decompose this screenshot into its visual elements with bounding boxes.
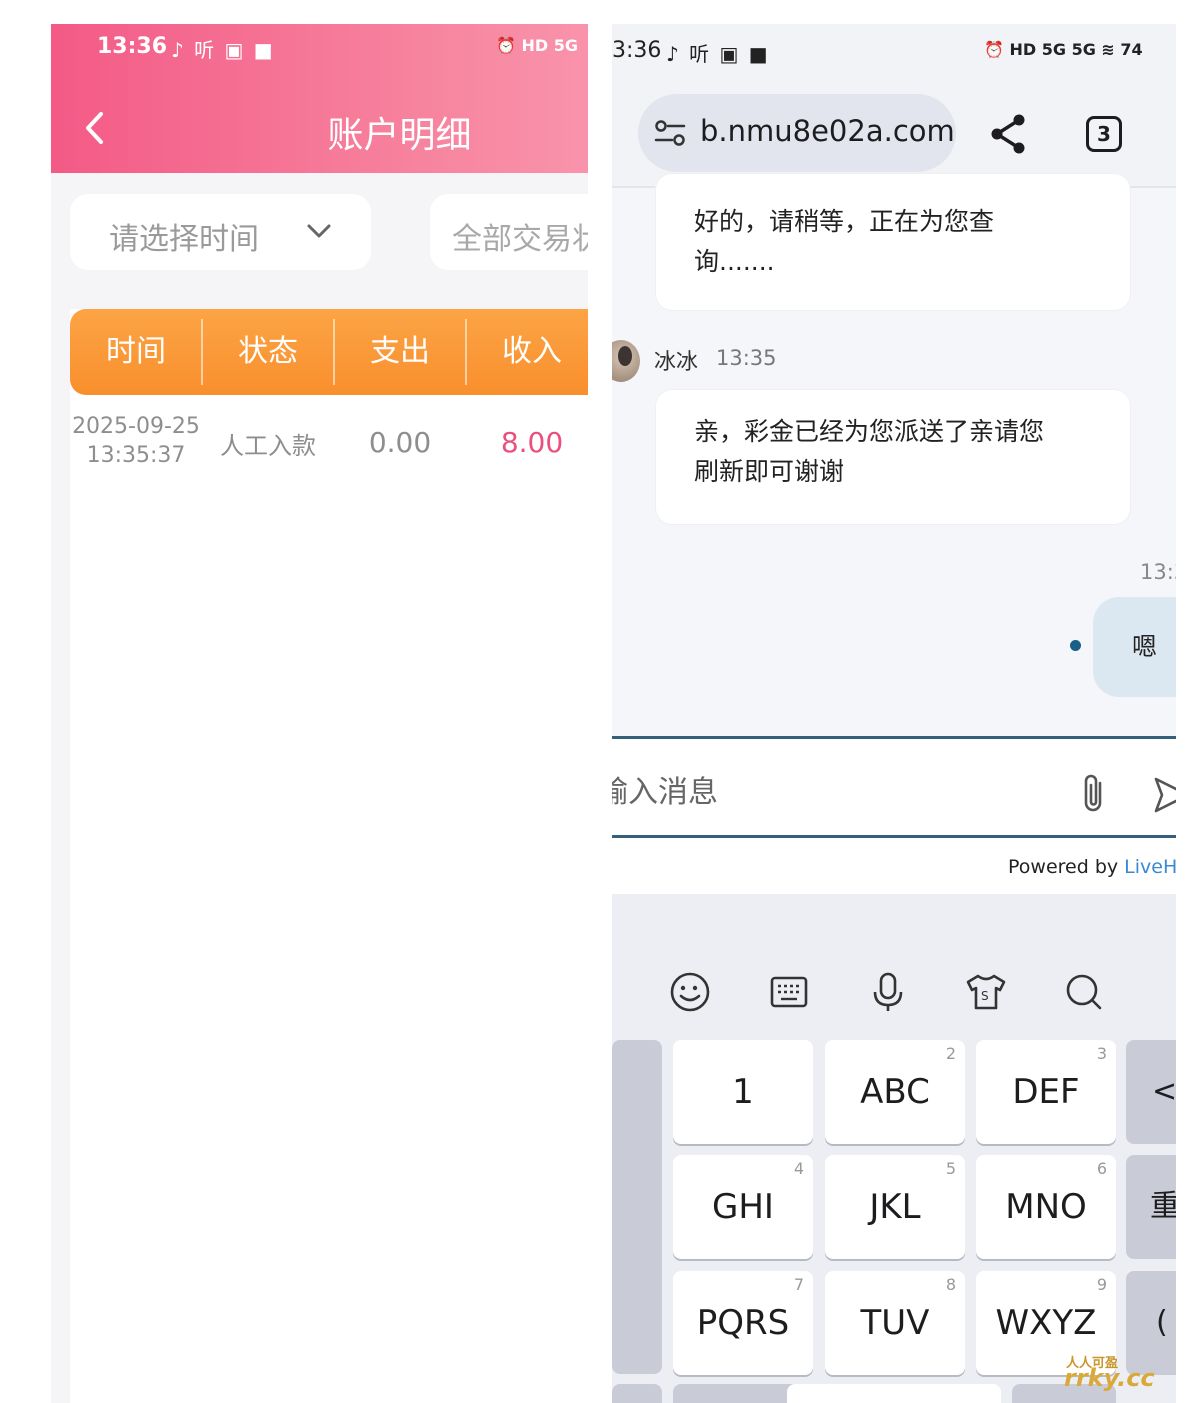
message-text: 好的，请稍等，正在为您查 bbox=[694, 207, 995, 236]
row-time: 13:35:37 bbox=[86, 443, 186, 468]
agent-avatar bbox=[612, 340, 640, 382]
status-bar-time: 3:36 bbox=[612, 38, 662, 63]
message-input[interactable]: 输入消息 bbox=[612, 736, 1176, 838]
attachment-icon[interactable] bbox=[1076, 771, 1112, 817]
powered-by-text: Powered by LiveHel bbox=[1008, 856, 1176, 878]
key-1[interactable]: 1 bbox=[673, 1040, 813, 1144]
row-datetime: 2025-09-25 13:35:37 bbox=[70, 412, 202, 470]
url-text: b.nmu8e02a.com bbox=[700, 114, 955, 148]
message-timestamp: 13:3 bbox=[1140, 560, 1176, 584]
status-bar-app-icons: ♪ 听 ▣ ■ bbox=[171, 38, 275, 62]
time-filter-select[interactable]: 请选择时间 bbox=[70, 194, 371, 270]
space-key[interactable] bbox=[787, 1384, 1001, 1403]
column-header-income: 收入 bbox=[502, 334, 562, 369]
row-status: 人工入款 bbox=[220, 432, 316, 460]
table-row[interactable]: 2025-09-25 13:35:37 人工入款 0.00 8.00 bbox=[70, 412, 588, 482]
key-tuv[interactable]: TUV 8 bbox=[825, 1271, 965, 1375]
time-filter-placeholder: 请选择时间 bbox=[109, 222, 259, 257]
row-expense: 0.00 bbox=[368, 426, 432, 459]
transaction-status-select[interactable]: 全部交易状 bbox=[430, 194, 588, 270]
status-filter-placeholder: 全部交易状 bbox=[452, 222, 588, 257]
message-input-placeholder: 输入消息 bbox=[612, 775, 718, 810]
microphone-icon[interactable] bbox=[866, 970, 910, 1014]
keyboard: S 1 ABC 2 DEF 3 GHI 4 JKL 5 MNO 6 PQRS 7 TUV 8 … bbox=[612, 894, 1176, 1403]
theme-skin-icon[interactable]: S bbox=[964, 970, 1008, 1014]
status-bar-signal-icons: ⏰ HD 5G 5G ≋ 74 bbox=[984, 40, 1143, 59]
account-detail-screen: 13:36 ♪ 听 ▣ ■ ⏰ HD 5G 账户明细 请选择时间 全部交易状 时… bbox=[51, 24, 588, 1403]
status-bar-time: 13:36 bbox=[97, 34, 168, 59]
page-header: 13:36 ♪ 听 ▣ ■ ⏰ HD 5G 账户明细 bbox=[51, 24, 588, 173]
column-header-time: 时间 bbox=[106, 334, 166, 369]
user-message-bubble: 嗯 bbox=[1093, 597, 1176, 697]
key-ghi[interactable]: GHI 4 bbox=[673, 1155, 813, 1259]
status-bar-app-icons: ♪ 听 ▣ ■ bbox=[666, 42, 770, 66]
row-income: 8.00 bbox=[500, 426, 564, 459]
powered-by-link[interactable]: LiveHel bbox=[1124, 856, 1176, 878]
browser-toolbar: b.nmu8e02a.com 3 bbox=[612, 80, 1176, 188]
keyboard-layout-icon[interactable] bbox=[767, 970, 811, 1014]
powered-by-footer: Powered by LiveHel bbox=[612, 838, 1176, 894]
agent-message-bubble: 亲，彩金已经为您派送了亲请您 刷新即可谢谢 bbox=[656, 390, 1130, 524]
status-bar-signal-icons: ⏰ HD 5G bbox=[496, 36, 578, 55]
svg-text:S: S bbox=[981, 989, 989, 1003]
message-text: 嗯 bbox=[1132, 632, 1158, 661]
key-pqrs[interactable]: PQRS 7 bbox=[673, 1271, 813, 1375]
watermark-line2: rrky.cc bbox=[1064, 1364, 1155, 1392]
keyboard-bottom-key[interactable] bbox=[612, 1384, 662, 1403]
message-text: 刷新即可谢谢 bbox=[694, 457, 845, 486]
row-date: 2025-09-25 bbox=[72, 414, 200, 439]
page-title: 账户明细 bbox=[327, 115, 472, 156]
agent-message-bubble: 好的，请稍等，正在为您查 询....... bbox=[656, 174, 1130, 310]
column-header-expense: 支出 bbox=[370, 334, 430, 369]
site-settings-icon[interactable] bbox=[654, 118, 686, 148]
message-text: 亲，彩金已经为您派送了亲请您 bbox=[694, 417, 1045, 446]
share-icon[interactable] bbox=[988, 112, 1028, 156]
status-bar: 3:36 ♪ 听 ▣ ■ ⏰ HD 5G 5G ≋ 74 bbox=[612, 24, 1176, 80]
chevron-down-icon bbox=[307, 224, 331, 238]
watermark-logo: 人人可盈 rrky.cc bbox=[1064, 1352, 1164, 1397]
keyboard-left-column[interactable] bbox=[612, 1040, 662, 1374]
table-header: 时间 状态 支出 收入 bbox=[70, 309, 588, 395]
message-timestamp: 13:35 bbox=[716, 346, 777, 370]
agent-name: 冰冰 bbox=[654, 350, 699, 375]
emoji-icon[interactable] bbox=[668, 970, 712, 1014]
delivery-status-dot bbox=[1070, 640, 1081, 651]
key-backspace[interactable]: < bbox=[1126, 1040, 1176, 1144]
search-icon[interactable] bbox=[1062, 970, 1106, 1014]
key-def[interactable]: DEF 3 bbox=[976, 1040, 1116, 1144]
key-jkl[interactable]: JKL 5 bbox=[825, 1155, 965, 1259]
key-mno[interactable]: MNO 6 bbox=[976, 1155, 1116, 1259]
tab-switcher-button[interactable]: 3 bbox=[1086, 116, 1122, 152]
column-header-status: 状态 bbox=[238, 334, 298, 369]
key-abc[interactable]: ABC 2 bbox=[825, 1040, 965, 1144]
chat-browser-screen: 3:36 ♪ 听 ▣ ■ ⏰ HD 5G 5G ≋ 74 b.nmu8e02a.… bbox=[612, 24, 1176, 1403]
address-bar[interactable]: b.nmu8e02a.com bbox=[638, 94, 956, 172]
send-icon[interactable] bbox=[1152, 773, 1176, 817]
message-text: 询....... bbox=[694, 247, 775, 276]
key-reenter[interactable]: 重 bbox=[1126, 1155, 1176, 1259]
